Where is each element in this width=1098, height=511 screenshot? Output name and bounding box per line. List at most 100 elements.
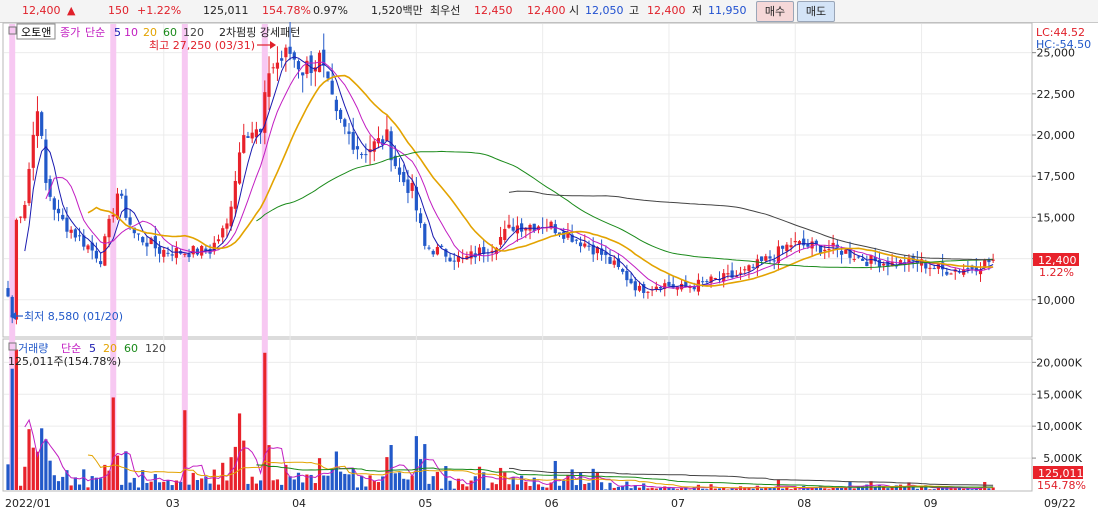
ma20-label: 20 [143, 26, 157, 39]
volume-bar [250, 476, 254, 490]
sell-button[interactable]: 매도 [797, 1, 835, 22]
candle-body [301, 72, 305, 76]
price-tick-label: 22,500 [1037, 88, 1076, 101]
time-tick-label: 06 [545, 497, 559, 510]
volume-bar [128, 482, 132, 490]
volume-bar [915, 488, 919, 490]
candle-body [427, 247, 431, 249]
volume-bar [427, 483, 431, 490]
price-tag-pct: 1.22% [1039, 266, 1074, 279]
candle-body [242, 135, 246, 153]
candle-body [406, 179, 410, 193]
volume-bar [254, 483, 258, 490]
candle-body [587, 245, 591, 247]
candle-body [882, 263, 886, 266]
volume-title: 거래량 [18, 342, 48, 355]
volume-bar [949, 488, 953, 490]
candle-body [136, 233, 141, 235]
price-change: 150 [108, 4, 129, 17]
volume-bar [545, 487, 549, 490]
volume-tick-label: 20,000K [1036, 356, 1082, 369]
candle-body [945, 271, 949, 275]
candle-body [364, 154, 368, 156]
candle-body [351, 132, 355, 150]
volume-bar [823, 488, 827, 490]
volume-ma60-line [256, 464, 994, 488]
candle-body [532, 223, 536, 231]
volume-bar [604, 489, 608, 490]
volume-bar [44, 439, 48, 490]
candle-body [823, 249, 827, 252]
ma120-line [508, 190, 994, 261]
volume-axis: 5,000K 10,000K 15,000K 20,000K [1032, 356, 1083, 465]
time-tick-label: 04 [292, 497, 306, 510]
volume-bar [688, 489, 692, 490]
volume-bar [490, 482, 494, 490]
volume-bar [124, 451, 128, 490]
volume-bar [642, 483, 646, 490]
candle-body [861, 258, 865, 261]
volume-bar [654, 488, 658, 490]
buy-button[interactable]: 매수 [756, 1, 794, 22]
volume-bar [936, 487, 941, 490]
high-label: 최고 27,250 (03/31) [149, 39, 255, 52]
volume-bar [595, 472, 599, 490]
candle-body [966, 268, 970, 270]
volume-bar [970, 489, 974, 490]
volume-bar [31, 447, 35, 490]
candle-body [162, 250, 166, 257]
volume-bar [355, 487, 360, 490]
open-price: 12,050 [585, 4, 624, 17]
volume-bar [141, 470, 145, 490]
candle-body [296, 61, 301, 70]
volume-bar [890, 487, 894, 490]
ma-type: 단순 [85, 26, 105, 39]
volume-bar [717, 488, 722, 490]
volume-pct: 154.78% [262, 4, 311, 17]
stock-chart[interactable]: 10,00012,50015,00017,50020,00022,50025,0… [0, 22, 1098, 511]
vol-ma60-label: 60 [124, 342, 138, 355]
candle-body [844, 249, 848, 254]
volume-bar [768, 487, 772, 490]
high-label: 고 [629, 4, 640, 17]
candle-body [574, 239, 578, 241]
volume-bar [368, 475, 372, 490]
volume-bar [705, 489, 709, 490]
candle-body [145, 242, 149, 247]
candle-body [856, 256, 861, 258]
candle-body [498, 236, 503, 245]
candle-body [562, 231, 566, 239]
high-arrow-icon [270, 41, 276, 49]
volume-bar [145, 482, 149, 490]
candle-body [583, 243, 587, 247]
candle-body [646, 291, 650, 293]
volume-bar [334, 451, 338, 490]
candle-body [793, 240, 797, 243]
volume-bar [153, 474, 157, 490]
volume-bar [347, 474, 351, 490]
candle-body [86, 245, 90, 250]
volume-bar [414, 436, 418, 490]
ma60-label: 60 [163, 26, 177, 39]
candle-body [326, 71, 330, 79]
candle-body [772, 260, 776, 262]
volume-bar [61, 476, 65, 490]
candle-body [781, 245, 785, 249]
volume-bar [827, 489, 831, 490]
time-tick-label: 07 [671, 497, 685, 510]
volume-bar [608, 482, 612, 490]
volume-bar [932, 489, 936, 490]
volume-bar [301, 482, 305, 490]
volume-bar [612, 487, 616, 490]
volume-bar [360, 475, 364, 490]
up-arrow-icon: ▲ [67, 4, 76, 17]
volume-bar [616, 486, 621, 490]
candle-body [250, 132, 254, 139]
volume-bar [397, 472, 402, 490]
volume-bar [56, 481, 61, 490]
volume-bar [435, 471, 440, 490]
volume-bar [115, 455, 120, 490]
volume-bar [600, 482, 604, 490]
candle-body [768, 256, 772, 259]
candle-body [246, 136, 250, 138]
